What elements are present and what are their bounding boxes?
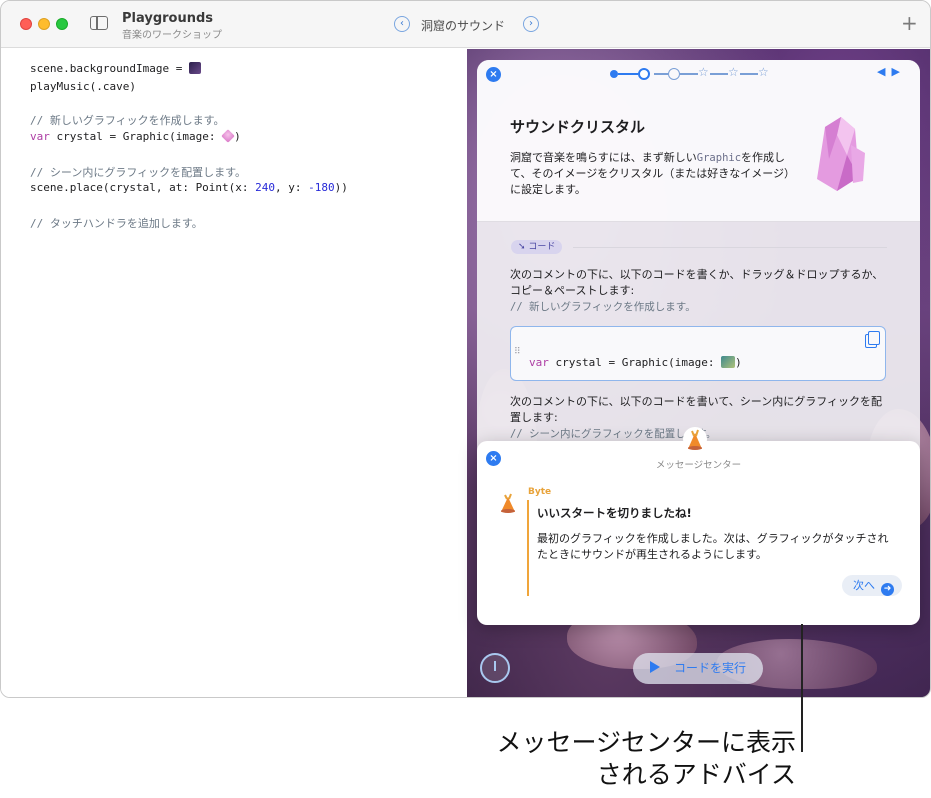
byte-avatar-icon — [501, 493, 515, 513]
code-comment[interactable]: // シーン内にグラフィックを配置します。 — [30, 164, 246, 180]
code-text: , y: — [275, 181, 309, 194]
star-icon[interactable]: ☆ — [758, 65, 769, 79]
zoom-window-button[interactable] — [56, 18, 68, 30]
code-comment[interactable]: // 新しいグラフィックを作成します。 — [30, 112, 225, 128]
instruction-text: 次のコメントの下に、以下のコードを書いて、シーン内にグラフィックを配置します: — [510, 395, 883, 424]
next-label: 次へ — [853, 579, 875, 592]
close-window-button[interactable] — [20, 18, 32, 30]
progress-line — [740, 73, 758, 75]
progress-step[interactable] — [668, 68, 680, 80]
byte-character-icon — [683, 427, 707, 451]
progress-line — [654, 73, 668, 75]
callout-line-1: メッセージセンターに表示 — [496, 728, 796, 757]
message-heading: いいスタートを切りましたね! — [537, 506, 692, 520]
play-icon — [649, 661, 660, 673]
drag-handle-icon[interactable]: ⠿ — [514, 347, 521, 357]
close-icon[interactable]: × — [486, 67, 501, 82]
run-code-label: コードを実行 — [673, 661, 746, 675]
tutorial-title: サウンドクリスタル — [510, 118, 646, 136]
code-tag: ➘ コード — [511, 240, 563, 254]
callout-line — [801, 624, 803, 752]
code-line[interactable]: var crystal = Graphic(image: ) — [30, 129, 241, 143]
crystal-image-literal-icon[interactable] — [221, 129, 235, 143]
code-line[interactable]: playMusic(.cave) — [30, 80, 136, 93]
app-title: Playgrounds — [122, 11, 214, 26]
code-text: ) — [234, 130, 241, 143]
tutorial-intro: 洞窟で音楽を鳴らすには、まず新しいGraphicを作成して、そのイメージをクリス… — [510, 150, 790, 198]
progress-line — [618, 73, 638, 75]
code-text: crystal = Graphic(image: — [548, 356, 722, 369]
divider — [573, 247, 887, 248]
progress-step-done[interactable] — [610, 70, 618, 78]
message-center: × メッセージセンター Byte いいスタートを切りましたね! 最初のグラフィッ… — [477, 427, 920, 625]
code-text: scene.place(crystal, at: Point(x: — [30, 181, 256, 194]
code-number: -180 — [308, 181, 335, 194]
instruction-text: 次のコメントの下に、以下のコードを書くか、ドラッグ＆ドロップするか、コピー＆ペー… — [510, 268, 884, 297]
progress-line — [680, 73, 698, 75]
page-arrows[interactable]: ◀▶ — [877, 65, 906, 78]
intro-text: 洞窟で音楽を鳴らすには、まず新しい — [510, 151, 697, 164]
arrow-right-icon: ➜ — [881, 583, 894, 596]
image-literal-icon[interactable] — [188, 62, 201, 74]
minimize-window-button[interactable] — [38, 18, 50, 30]
triangle-right-icon[interactable]: ▶ — [891, 65, 905, 78]
callout-caption: メッセージセンターに表示 されるアドバイス — [420, 727, 796, 791]
instruction-comment: // 新しいグラフィックを作成します。 — [510, 301, 696, 313]
callout-line-2: されるアドバイス — [596, 760, 796, 789]
code-number: 240 — [255, 181, 276, 194]
copy-icon[interactable] — [865, 331, 880, 348]
tutorial-header: × ☆ ☆ ☆ ◀▶ サウンドクリスタル 洞窟で音楽を鳴らすには、まず新しいGr… — [477, 60, 920, 222]
intro-code: Graphic — [696, 152, 742, 164]
sidebar-toggle-icon[interactable] — [90, 16, 108, 30]
add-icon[interactable]: + — [901, 13, 918, 33]
progress-step-current[interactable] — [638, 68, 650, 80]
code-line[interactable]: scene.backgroundImage = — [30, 62, 201, 75]
progress-line — [710, 73, 728, 75]
code-arrow-icon: ➘ — [518, 242, 529, 252]
code-line[interactable]: scene.place(crystal, at: Point(x: 240, y… — [30, 181, 348, 194]
speedometer-icon[interactable] — [480, 653, 510, 683]
message-accent-bar — [527, 500, 529, 596]
code-snippet[interactable]: ⠿ var crystal = Graphic(image: ) — [510, 326, 886, 381]
triangle-left-icon[interactable]: ◀ — [877, 65, 891, 78]
chevron-left-icon[interactable]: ‹ — [394, 16, 410, 32]
next-button[interactable]: 次へ ➜ — [842, 575, 902, 596]
image-thumbnail-icon — [721, 356, 736, 368]
instruction-paragraph: 次のコメントの下に、以下のコードを書くか、ドラッグ＆ドロップするか、コピー＆ペー… — [510, 267, 890, 315]
snippet-code[interactable]: var crystal = Graphic(image: ) — [529, 356, 742, 369]
code-text: ) — [735, 356, 742, 369]
run-code-button[interactable]: コードを実行 — [633, 653, 763, 684]
star-icon[interactable]: ☆ — [728, 65, 739, 79]
code-editor[interactable]: scene.backgroundImage = playMusic(.cave)… — [1, 49, 467, 697]
message-sender: Byte — [528, 487, 552, 497]
crystal-image — [817, 117, 865, 191]
app-subtitle: 音楽のワークショップ — [122, 30, 222, 41]
code-text: crystal = Graphic(image: — [49, 130, 223, 143]
code-keyword: var — [529, 356, 549, 369]
message-center-title: メッセージセンター — [655, 460, 742, 471]
code-text: scene.backgroundImage = — [30, 62, 189, 75]
title-bar: Playgrounds 音楽のワークショップ ‹ 洞窟のサウンド › + — [1, 1, 930, 48]
message-body: 最初のグラフィックを作成しました。次は、グラフィックがタッチされたときにサウンド… — [537, 532, 889, 561]
code-tag-label: コード — [528, 242, 556, 252]
star-icon[interactable]: ☆ — [698, 65, 709, 79]
code-text: )) — [334, 181, 348, 194]
page-title: 洞窟のサウンド — [421, 19, 506, 33]
chevron-right-icon[interactable]: › — [523, 16, 539, 32]
code-comment[interactable]: // タッチハンドラを追加します。 — [30, 215, 203, 231]
code-keyword: var — [30, 130, 50, 143]
